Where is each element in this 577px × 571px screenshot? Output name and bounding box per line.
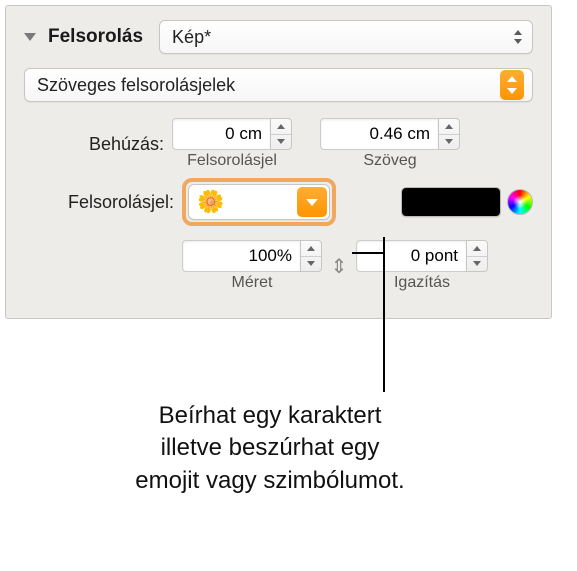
size-field-wrap: Méret — [182, 240, 322, 292]
bullet-indent-field-wrap: Felsorolásjel — [172, 118, 292, 170]
color-swatch[interactable] — [401, 187, 501, 217]
symbol-label: Felsorolásjel: — [24, 192, 174, 213]
align-input[interactable] — [356, 240, 466, 272]
callout-line — [383, 237, 385, 392]
indent-row: Behúzás: Felsorolásjel Szöveg — [24, 118, 533, 170]
bullet-indent-sublabel: Felsorolásjel — [187, 152, 277, 170]
text-indent-stepper[interactable] — [438, 118, 460, 150]
stepper-up-icon[interactable] — [439, 119, 459, 135]
bullets-panel: Felsorolás Kép* Szöveges felsorolásjelek… — [5, 5, 552, 319]
size-input[interactable] — [182, 240, 300, 272]
stepper-down-icon[interactable] — [467, 257, 487, 272]
text-indent-sublabel: Szöveg — [363, 152, 416, 170]
text-indent-input[interactable] — [320, 118, 438, 150]
updown-arrows-icon — [512, 28, 524, 46]
align-control — [356, 240, 488, 272]
size-stepper[interactable] — [300, 240, 322, 272]
stepper-down-icon[interactable] — [439, 135, 459, 150]
stepper-up-icon[interactable] — [467, 241, 487, 257]
align-guide-icon: ⇕ — [330, 254, 348, 279]
panel-title: Felsorolás — [48, 26, 143, 48]
panel-header-row: Felsorolás Kép* — [24, 20, 533, 54]
list-type-popup[interactable]: Kép* — [159, 20, 533, 54]
stepper-down-icon[interactable] — [301, 257, 321, 272]
symbol-highlight-ring: 🌼 — [182, 178, 336, 226]
bullet-indent-control — [172, 118, 292, 150]
list-type-value: Kép* — [172, 27, 211, 48]
text-indent-field-wrap: Szöveg — [320, 118, 460, 170]
align-sublabel: Igazítás — [394, 274, 450, 292]
stepper-up-icon[interactable] — [271, 119, 291, 135]
color-wheel-icon[interactable] — [507, 189, 533, 215]
stepper-down-icon[interactable] — [271, 135, 291, 150]
indent-label: Behúzás: — [24, 134, 164, 155]
color-well-group — [401, 187, 533, 217]
text-indent-control — [320, 118, 460, 150]
flower-emoji-icon: 🌼 — [191, 189, 230, 215]
bullet-style-value: Szöveges felsorolásjelek — [37, 75, 235, 96]
size-align-row: Méret ⇕ Igazítás — [24, 240, 533, 292]
align-stepper[interactable] — [466, 240, 488, 272]
align-field-wrap: Igazítás — [356, 240, 488, 292]
disclosure-triangle-icon[interactable] — [24, 33, 36, 41]
bullet-style-popup[interactable]: Szöveges felsorolásjelek — [24, 68, 533, 102]
stepper-up-icon[interactable] — [301, 241, 321, 257]
dropdown-arrow-icon[interactable] — [297, 187, 327, 217]
callout-caption: Beírhat egy karaktert illetve beszúrhat … — [60, 400, 480, 497]
orange-updown-icon — [500, 70, 524, 100]
symbol-row: Felsorolásjel: 🌼 — [24, 178, 533, 226]
callout-line — [352, 252, 384, 254]
bullet-indent-input[interactable] — [172, 118, 270, 150]
bullet-symbol-popup[interactable]: 🌼 — [188, 184, 330, 220]
size-sublabel: Méret — [232, 274, 273, 292]
size-control — [182, 240, 322, 272]
bullet-indent-stepper[interactable] — [270, 118, 292, 150]
